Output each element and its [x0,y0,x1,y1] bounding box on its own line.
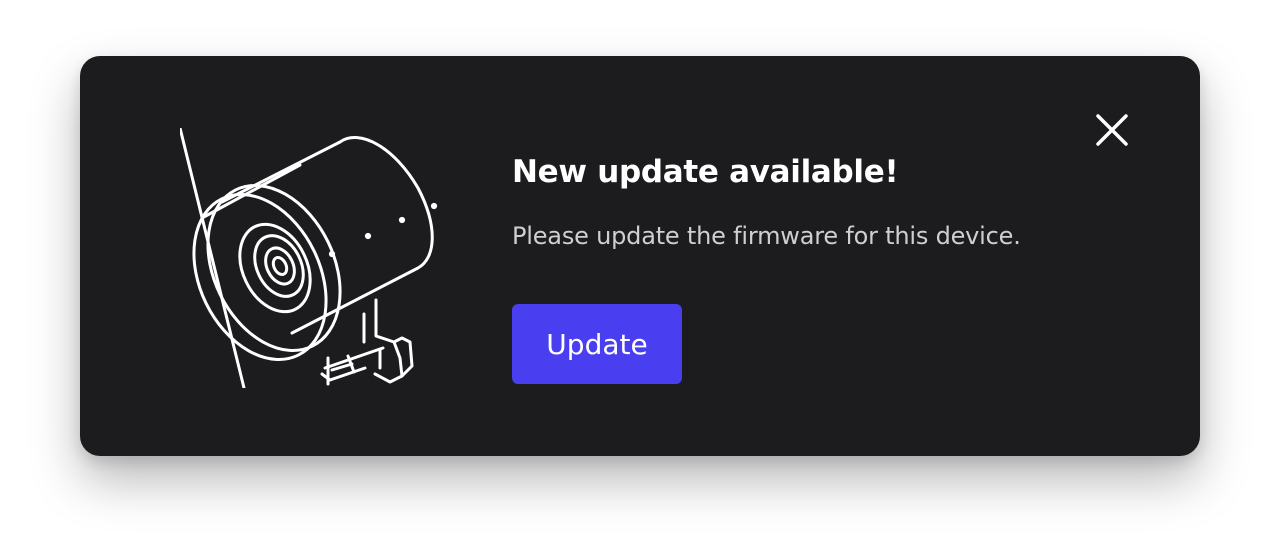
dialog-title: New update available! [512,154,899,190]
close-icon [1096,114,1128,146]
close-button[interactable] [1088,106,1136,154]
update-button[interactable]: Update [512,304,682,384]
update-dialog: New update available! Please update the … [80,56,1200,456]
camera-illustration [180,128,438,388]
dialog-message: Please update the firmware for this devi… [512,222,1021,250]
